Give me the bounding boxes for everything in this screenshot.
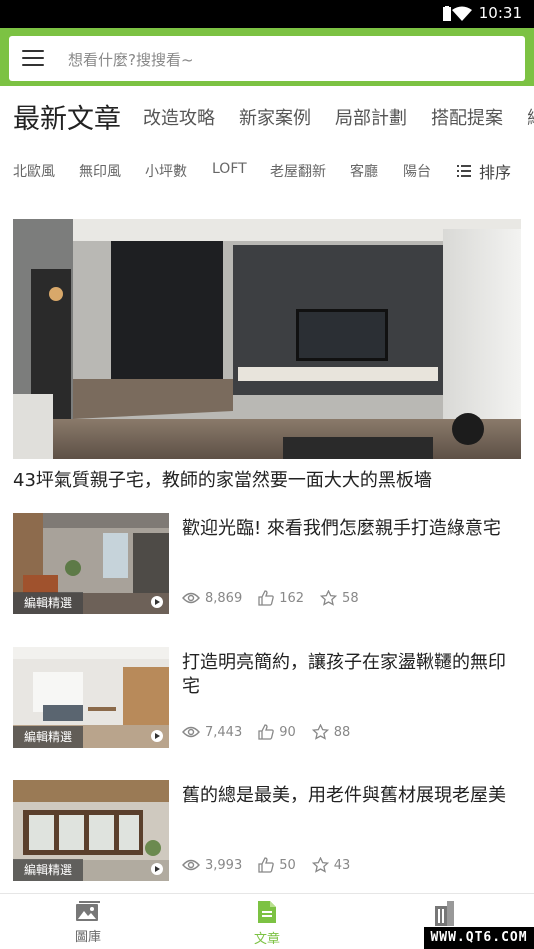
nav-gallery[interactable]: 圖庫 — [28, 900, 148, 945]
editor-pick-badge: 編輯精選 — [13, 859, 84, 881]
star-count: 58 — [342, 590, 359, 606]
star-icon[interactable] — [311, 724, 329, 740]
bottom-navigation: 圖庫 文章 WWW.QT6.COM — [0, 893, 534, 949]
tag-old-house[interactable]: 老屋翻新 — [270, 161, 326, 181]
view-count: 7,443 — [205, 724, 243, 740]
status-bar: 10:31 — [0, 0, 534, 28]
nav-buildings[interactable] — [384, 900, 504, 930]
category-tabs: 最新文章 改造攻略 新家案例 局部計劃 搭配提案 綠 — [0, 94, 534, 142]
article-stats: 3,993 50 43 — [182, 857, 366, 873]
tag-balcony[interactable]: 陽台 — [403, 161, 431, 181]
eye-icon — [182, 859, 200, 871]
hamburger-menu-icon[interactable] — [22, 50, 44, 67]
document-icon — [258, 901, 276, 923]
play-icon — [151, 596, 163, 608]
tag-loft[interactable]: LOFT — [212, 161, 247, 177]
article-card[interactable]: 編輯精選 打造明亮簡約，讓孩子在家盪鞦韆的無印宅 7,443 90 88 — [13, 647, 521, 749]
star-count: 43 — [333, 857, 351, 873]
tag-nordic[interactable]: 北歐風 — [13, 161, 55, 181]
tag-muji[interactable]: 無印風 — [79, 161, 121, 181]
hero-title[interactable]: 43坪氣質親子宅，教師的家當然要一面大大的黑板墻 — [13, 466, 432, 492]
article-stats: 8,869 162 58 — [182, 590, 375, 606]
tab-styling[interactable]: 搭配提案 — [431, 104, 503, 130]
article-card[interactable]: 編輯精選 舊的總是最美，用老件與舊材展現老屋美 3,993 50 43 — [13, 780, 521, 882]
article-title[interactable]: 歡迎光臨! 來看我們怎麼親手打造綠意宅 — [182, 517, 522, 541]
tab-renovation[interactable]: 改造攻略 — [143, 104, 215, 130]
play-icon — [151, 863, 163, 875]
view-count: 8,869 — [205, 590, 243, 606]
building-icon — [435, 901, 454, 926]
status-time: 10:31 — [478, 4, 522, 22]
eye-icon — [182, 592, 200, 604]
like-count: 90 — [279, 724, 296, 740]
tab-green[interactable]: 綠 — [527, 104, 534, 130]
nav-articles[interactable]: 文章 — [207, 900, 327, 947]
article-title[interactable]: 打造明亮簡約，讓孩子在家盪鞦韆的無印宅 — [182, 651, 522, 699]
search-input[interactable]: 想看什麼?搜搜看~ — [68, 49, 194, 70]
play-icon — [151, 730, 163, 742]
like-count: 50 — [279, 857, 296, 873]
article-title[interactable]: 舊的總是最美，用老件與舊材展現老屋美 — [182, 784, 522, 808]
nav-articles-label: 文章 — [253, 932, 280, 947]
tab-partial[interactable]: 局部計劃 — [335, 104, 407, 130]
image-gallery-icon — [76, 901, 100, 921]
star-count: 88 — [333, 724, 351, 740]
hero-image[interactable] — [13, 219, 521, 459]
tag-filter-row: 北歐風 無印風 小坪數 LOFT 老屋翻新 客廳 陽台 排序 — [0, 150, 534, 190]
sort-button[interactable]: 排序 — [457, 159, 511, 183]
star-icon[interactable] — [320, 590, 338, 606]
wifi-icon — [452, 6, 472, 21]
article-card[interactable]: 編輯精選 歡迎光臨! 來看我們怎麼親手打造綠意宅 8,869 162 58 — [13, 513, 521, 615]
view-count: 3,993 — [205, 857, 243, 873]
like-count: 162 — [279, 590, 305, 606]
editor-pick-badge: 編輯精選 — [13, 726, 84, 748]
tab-new-home[interactable]: 新家案例 — [239, 104, 311, 130]
nav-gallery-label: 圖庫 — [74, 930, 101, 945]
article-stats: 7,443 90 88 — [182, 724, 366, 740]
editor-pick-badge: 編輯精選 — [13, 592, 84, 614]
site-watermark: WWW.QT6.COM — [424, 927, 534, 949]
tab-latest[interactable]: 最新文章 — [13, 97, 121, 136]
article-thumbnail[interactable]: 編輯精選 — [13, 780, 169, 881]
thumbs-up-icon[interactable] — [258, 590, 274, 606]
eye-icon — [182, 726, 200, 738]
battery-icon — [443, 6, 451, 21]
search-box[interactable]: 想看什麼?搜搜看~ — [9, 36, 525, 81]
header-bar: 想看什麼?搜搜看~ — [0, 28, 534, 86]
tag-small[interactable]: 小坪數 — [145, 161, 187, 181]
star-icon[interactable] — [311, 857, 329, 873]
article-thumbnail[interactable]: 編輯精選 — [13, 513, 169, 614]
article-thumbnail[interactable]: 編輯精選 — [13, 647, 169, 748]
tag-living-room[interactable]: 客廳 — [350, 161, 378, 181]
sort-label: 排序 — [479, 163, 512, 182]
list-sort-icon — [457, 165, 471, 177]
thumbs-up-icon[interactable] — [258, 724, 274, 740]
thumbs-up-icon[interactable] — [258, 857, 274, 873]
